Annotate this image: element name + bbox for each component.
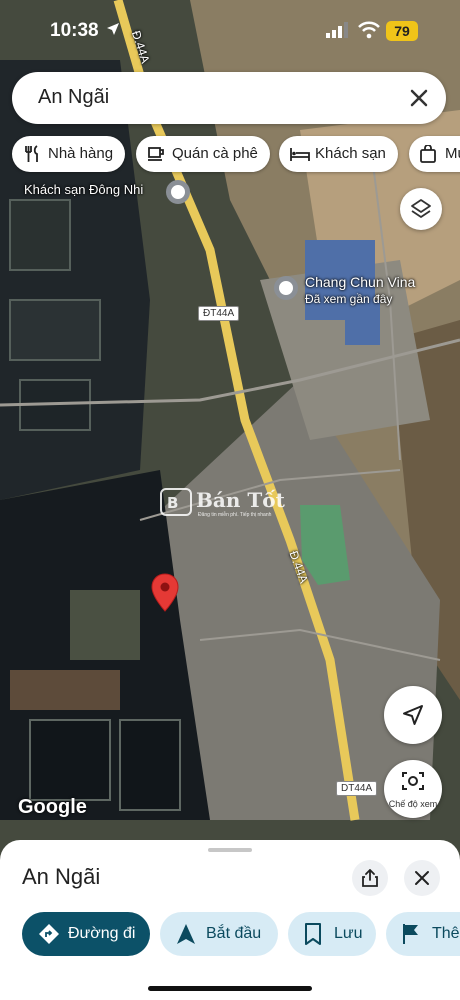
place-bottom-sheet[interactable]: An Ngãi Đường đi Bắt đầu Lưu Thê [0, 840, 460, 1000]
close-sheet-button[interactable] [404, 860, 440, 896]
action-label: Bắt đầu [206, 925, 262, 942]
chip-restaurants[interactable]: Nhà hàng [12, 136, 126, 172]
watermark-text: Bán Tốt [196, 488, 285, 512]
status-bar: 10:38 79 [0, 0, 460, 60]
chip-label: Nhà hàng [48, 145, 114, 162]
close-icon [415, 871, 429, 885]
wifi-icon [358, 21, 380, 39]
layers-button[interactable] [400, 188, 442, 230]
save-button[interactable]: Lưu [288, 912, 376, 956]
shopping-bag-icon [420, 145, 436, 163]
hotel-place-label[interactable]: Khách sạn Đông Nhi [24, 182, 143, 197]
layers-icon [411, 199, 431, 218]
action-buttons-row: Đường đi Bắt đầu Lưu Thê [0, 912, 460, 956]
view-mode-label: Chế độ xem [388, 799, 438, 809]
search-box[interactable]: An Ngãi [12, 72, 446, 124]
label-button[interactable]: Thê [386, 912, 460, 956]
search-query-text[interactable]: An Ngãi [38, 86, 109, 109]
watermark-logo: B Bán Tốt Đăng tin miễn phí. Tiếp thị nh… [160, 486, 310, 526]
flag-icon [403, 924, 418, 944]
chip-label: Khách sạn [315, 145, 386, 162]
close-icon[interactable] [406, 85, 432, 111]
directions-icon [39, 924, 59, 944]
factory-place-pin-icon[interactable] [274, 276, 298, 300]
share-icon [362, 869, 378, 887]
action-label: Đường đi [68, 925, 136, 942]
google-logo: Google [18, 796, 87, 818]
start-button[interactable]: Bắt đầu [160, 912, 278, 956]
chip-cafes[interactable]: Quán cà phê [136, 136, 270, 172]
hotel-icon [290, 148, 310, 161]
road-shield-bottom: DT44A [336, 781, 378, 796]
view-mode-button[interactable] [384, 760, 442, 818]
factory-place-sublabel: Đã xem gần đây [305, 292, 393, 306]
hotel-place-pin-icon[interactable] [166, 180, 190, 204]
my-location-button[interactable] [384, 686, 442, 744]
sheet-drag-handle[interactable] [208, 848, 252, 852]
battery-indicator: 79 [386, 21, 418, 41]
status-time: 10:38 [50, 20, 99, 41]
chip-label: Quán cà phê [172, 145, 258, 162]
svg-text:B: B [167, 494, 178, 512]
chip-shopping[interactable]: Mu [409, 136, 460, 172]
factory-place-label[interactable]: Chang Chun Vina [305, 274, 415, 290]
place-title: An Ngãi [22, 864, 101, 889]
share-button[interactable] [352, 860, 388, 896]
watermark-icon: B [160, 488, 192, 516]
action-label: Thê [432, 925, 460, 942]
action-label: Lưu [334, 925, 363, 942]
camera-view-icon [402, 772, 424, 790]
directions-button[interactable]: Đường đi [22, 912, 150, 956]
navigation-icon [177, 924, 195, 944]
chip-label: Mu [445, 145, 460, 162]
home-indicator[interactable] [148, 986, 312, 991]
navigation-arrow-icon [403, 705, 423, 725]
cellular-signal-icon [326, 22, 348, 38]
restaurant-icon [25, 145, 38, 162]
watermark-subtext: Đăng tin miễn phí. Tiếp thị nhanh [198, 512, 272, 518]
location-arrow-icon [107, 23, 119, 35]
bookmark-icon [305, 923, 321, 945]
coffee-icon [148, 147, 164, 161]
chip-hotels[interactable]: Khách sạn [279, 136, 398, 172]
location-pin-icon[interactable] [150, 573, 180, 613]
road-shield-top: ĐT44A [198, 306, 240, 321]
